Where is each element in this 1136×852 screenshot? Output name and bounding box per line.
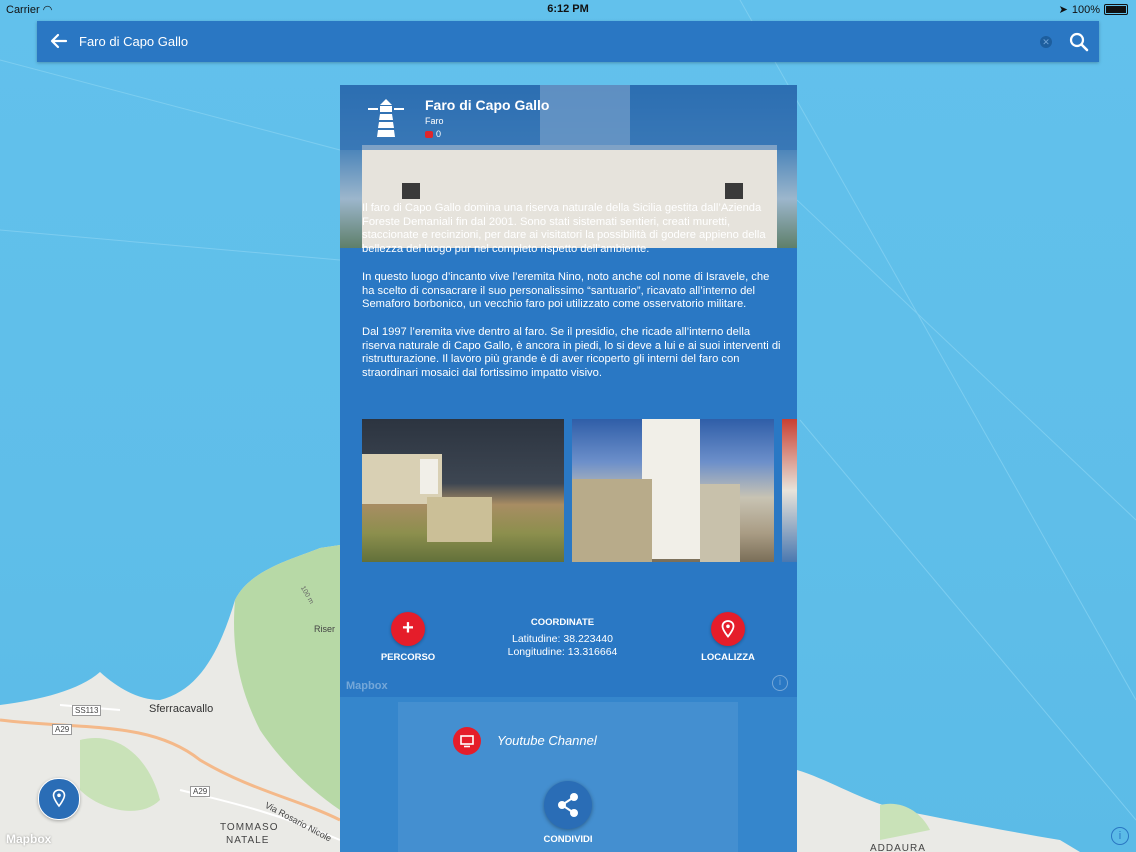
monitor-icon [460,735,474,748]
description-paragraph-2: In questo luogo d’incanto vive l’eremita… [362,270,770,311]
header-overlay [340,85,797,150]
photo-gallery[interactable] [362,419,797,562]
latitude-value: Latitudine: 38.223440 [511,633,613,645]
poi-likes[interactable]: 0 [425,129,441,139]
info-icon-faded: i [772,675,788,691]
status-bar: Carrier ◠ 6:12 PM ➤ 100% [0,0,1136,18]
gallery-photo-1[interactable] [362,419,564,562]
map-label-riserva: Riser [314,624,336,634]
photo-tower [420,459,438,494]
description-paragraph-1: Il faro di Capo Gallo domina una riserva… [362,202,766,256]
poi-category: Faro [425,116,444,126]
likes-count: 0 [436,129,442,139]
status-time: 6:12 PM [547,3,589,15]
photo-window [402,183,420,199]
map-pin-icon [721,620,735,638]
search-bar: Faro di Capo Gallo ✕ [37,21,1099,62]
photo-window [725,183,743,199]
lighthouse-icon [368,99,404,137]
plus-icon: + [402,617,414,639]
location-pin-icon [52,789,66,808]
my-location-button[interactable] [38,778,80,820]
map-info-icon[interactable]: i [1111,827,1129,845]
youtube-button[interactable] [453,727,481,755]
back-arrow-icon[interactable] [49,31,69,51]
description-paragraph-3: Dal 1997 l’eremita vive dentro al faro. … [362,325,781,380]
share-icon [558,793,578,817]
search-input[interactable]: Faro di Capo Gallo [79,34,188,49]
photo-pillar [700,484,740,562]
gallery-photo-2[interactable] [572,419,774,562]
map-label-sferracavallo: Sferracavallo [149,703,214,715]
media-section: Youtube Channel CONDIVIDI [340,697,797,852]
heart-icon [425,130,433,138]
battery-percent: 100% [1071,3,1100,16]
battery-status: ➤ 100% [1059,3,1128,16]
share-button[interactable] [544,781,592,829]
map-label-road-a29: A29 [52,724,73,735]
mapbox-watermark: Mapbox [346,680,388,692]
locate-button[interactable] [711,612,745,646]
map-label-road-ss113: SS113 [72,705,102,716]
background-ghost-image [398,702,738,852]
gallery-photo-3[interactable] [782,419,797,562]
coordinates-title: COORDINATE [530,617,595,628]
longitude-value: Longitudine: 13.316664 [507,646,618,658]
battery-icon [1104,4,1128,15]
poi-title: Faro di Capo Gallo [425,97,550,113]
photo-ruin [427,497,492,542]
photo-house [572,479,652,562]
route-button[interactable]: + [391,612,425,646]
poi-detail-panel: Faro di Capo Gallo Faro 0 Il faro di Cap… [340,85,797,852]
map-label-road-a29-2: A29 [190,786,211,797]
locate-label: LOCALIZZA [701,652,755,663]
map-label-natale: NATALE [226,835,270,846]
share-label: CONDIVIDI [543,834,593,845]
location-arrow-icon: ➤ [1058,4,1068,16]
clear-search-icon[interactable]: ✕ [1040,36,1052,48]
poi-description: Il faro di Capo Gallo domina una riserva… [340,192,797,395]
mapbox-logo[interactable]: Mapbox [6,832,51,846]
action-bar: + PERCORSO COORDINATE Latitudine: 38.223… [340,575,797,697]
map-label-tommaso: TOMMASO [220,822,279,833]
search-icon[interactable] [1069,32,1089,52]
map-label-addaura: ADDAURA [870,843,926,852]
route-label: PERCORSO [380,652,436,663]
youtube-channel-link[interactable]: Youtube Channel [497,733,597,748]
